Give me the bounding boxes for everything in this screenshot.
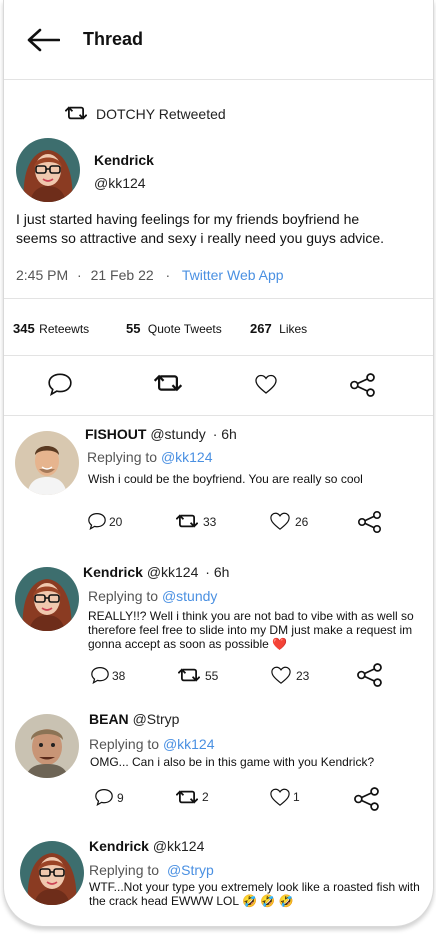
retweet-count: 33 [203,515,217,529]
reply-time: · 6h [212,426,237,442]
tweet-source[interactable]: Twitter Web App [182,267,284,283]
page-title: Thread [83,29,144,49]
tweet-text: I just started having feelings for my fr… [16,211,385,246]
divider [4,415,433,416]
reply-text: Wish i could be the boyfriend. You are r… [88,472,363,486]
avatar[interactable] [20,841,84,905]
comment-count: 9 [117,791,124,805]
comment-count: 20 [109,515,123,529]
reply-author-name[interactable]: Kendrick [83,564,143,580]
comment-icon[interactable] [47,372,73,396]
avatar[interactable] [15,567,79,631]
divider [4,298,433,299]
replying-to: Replying to @Stryp [89,862,214,878]
like-count: 23 [296,669,310,683]
author-name[interactable]: Kendrick [94,152,154,168]
tweet-time: 2:45 PM [16,267,69,283]
replying-to-link[interactable]: @stundy [162,588,217,604]
share-icon[interactable] [349,373,377,397]
reply-header: Kendrick @kk124 · 6h [83,564,229,580]
comment-icon[interactable] [94,788,114,806]
retweets-stat[interactable]: 345 Reteewts [13,320,89,338]
share-icon[interactable] [353,787,381,811]
reply-text: REALLY!!? Well i think you are not bad t… [88,609,414,651]
divider [4,355,433,356]
replying-to: Replying to @kk124 [87,449,213,465]
comment-icon[interactable] [87,512,107,530]
retweet-note-icon [65,105,87,121]
retweet-icon[interactable] [178,667,200,683]
heart-icon[interactable] [254,373,278,395]
reply-author-handle[interactable]: @kk124 [147,564,199,580]
heart-icon[interactable] [270,665,292,685]
comment-icon[interactable] [90,666,110,684]
likes-stat[interactable]: 267 Likes [250,320,307,338]
reply-author-name[interactable]: FISHOUT [85,426,146,442]
avatar[interactable] [16,138,80,202]
share-icon[interactable] [357,511,383,533]
heart-icon[interactable] [269,787,291,807]
retweet-note: DOTCHY Retweeted [96,106,226,122]
retweet-count: 2 [202,790,209,804]
like-count: 1 [293,790,300,804]
replying-to-link[interactable]: @kk124 [163,736,215,752]
quote-tweets-stat[interactable]: 55 Quote Tweets [126,320,222,338]
avatar[interactable] [15,431,79,495]
retweet-icon[interactable] [154,373,182,393]
share-icon[interactable] [356,663,384,687]
thread-screen: Thread DOTCHY Retweeted Kendrick @kk124 … [3,0,434,927]
like-count: 26 [295,515,309,529]
back-arrow-icon[interactable] [26,28,60,52]
replying-to: Replying to @kk124 [89,736,215,752]
replying-to-link[interactable]: @kk124 [161,449,213,465]
avatar[interactable] [15,714,79,778]
author-handle[interactable]: @kk124 [94,175,146,191]
laughing-emoji: 🤣 🤣 🤣 [241,894,294,908]
retweet-icon[interactable] [176,513,198,529]
reply-author-name[interactable]: Kendrick [89,838,149,854]
reply-author-handle[interactable]: @Stryp [133,711,180,727]
replying-to-link[interactable]: @Stryp [167,862,214,878]
reply-header: BEAN @Stryp [89,711,179,727]
heart-icon[interactable] [269,511,291,531]
reply-text: OMG... Can i also be in this game with y… [90,755,375,769]
retweet-icon[interactable] [176,789,198,805]
comment-count: 38 [112,669,126,683]
reply-author-handle[interactable]: @kk124 [153,838,205,854]
reply-text: WTF...Not your type you extremely look l… [89,880,420,908]
reply-author-name[interactable]: BEAN [89,711,129,727]
header-divider [4,79,433,80]
reply-header: FISHOUT @stundy · 6h [85,426,237,442]
retweet-count: 55 [205,669,219,683]
reply-author-handle[interactable]: @stundy [150,426,205,442]
tweet-date: 21 Feb 22 [90,267,154,283]
reply-header: Kendrick @kk124 [89,838,204,854]
heart-emoji: ❤️ [272,637,288,651]
reply-time: · 6h [205,564,230,580]
replying-to: Replying to @stundy [88,588,218,604]
tweet-meta: 2:45 PM · 21 Feb 22 · Twitter Web App [16,267,284,283]
